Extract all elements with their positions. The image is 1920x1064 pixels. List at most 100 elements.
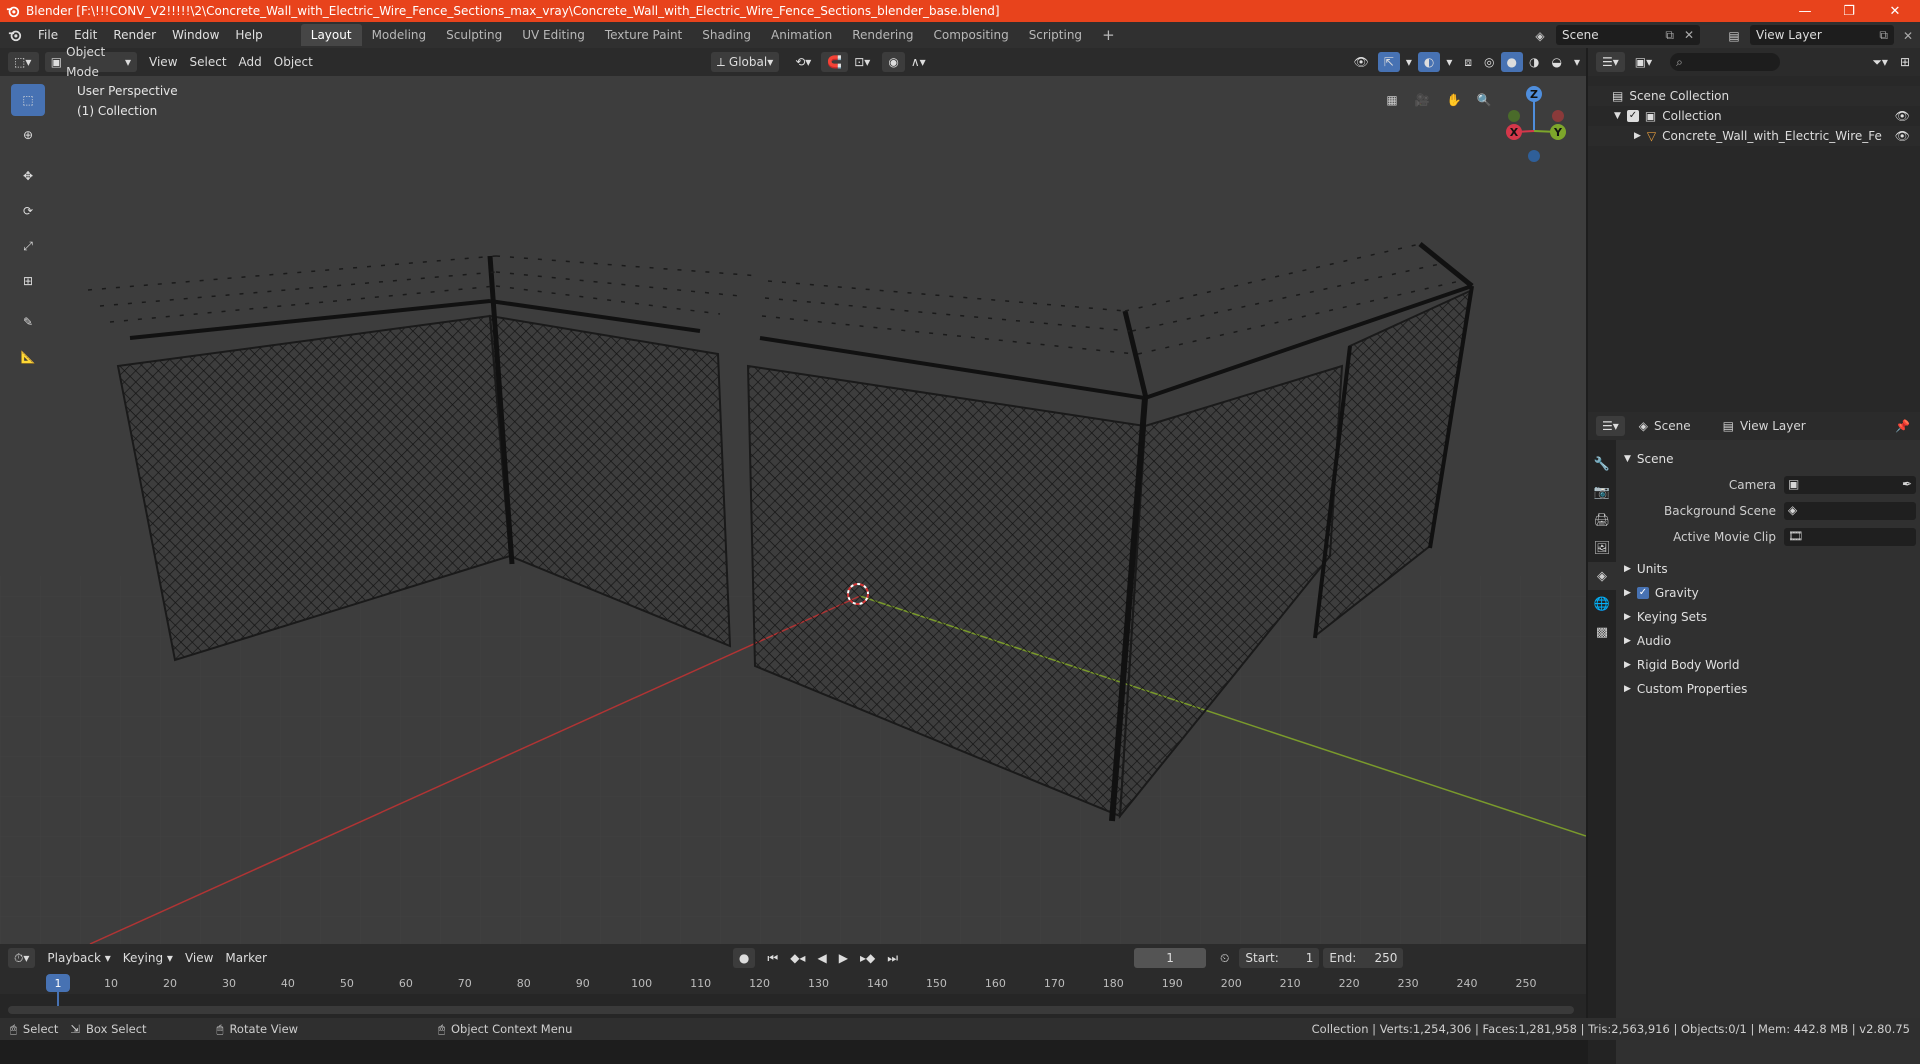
camera-field[interactable]: ▣ ✒	[1784, 476, 1916, 494]
timeline-scrollbar[interactable]	[8, 1006, 1574, 1014]
output-tab-icon[interactable]: 🖨	[1588, 506, 1616, 534]
zoom-view-icon[interactable]: 🔍	[1472, 88, 1496, 112]
jump-keyframe-forward-icon[interactable]: ▸◆	[854, 948, 881, 968]
menu-help[interactable]: Help	[227, 25, 270, 45]
new-collection-icon[interactable]: ⊞	[1894, 52, 1916, 72]
background-scene-field[interactable]: ◈	[1784, 502, 1916, 520]
pan-view-icon[interactable]: ✋	[1442, 88, 1466, 112]
tab-modeling[interactable]: Modeling	[362, 24, 437, 46]
outliner-row-scene-collection[interactable]: ▤ Scene Collection	[1588, 86, 1920, 106]
outliner-search-input[interactable]: ⌕	[1670, 53, 1781, 71]
pin-icon[interactable]: 📌	[1895, 419, 1910, 433]
current-frame-field[interactable]: 1	[1134, 948, 1207, 968]
tab-scripting[interactable]: Scripting	[1019, 24, 1092, 46]
transform-tool-icon[interactable]: ⊞	[11, 265, 45, 297]
snap-icon[interactable]: 🧲	[821, 52, 849, 72]
render-tab-icon[interactable]: 📷	[1588, 478, 1616, 506]
gravity-panel-header[interactable]: ▶ ✓ Gravity	[1616, 582, 1920, 604]
tab-shading[interactable]: Shading	[692, 24, 761, 46]
blender-menu-icon[interactable]	[0, 24, 30, 46]
world-tab-icon[interactable]: 🌐	[1588, 590, 1616, 618]
measure-tool-icon[interactable]: 📐	[11, 341, 45, 373]
jump-start-icon[interactable]: ⏮	[761, 948, 784, 968]
rotate-tool-icon[interactable]: ⟳	[11, 195, 45, 227]
add-workspace-button[interactable]: +	[1092, 24, 1125, 46]
annotate-tool-icon[interactable]: ✎	[11, 306, 45, 338]
frame-ruler[interactable]: 1 10 20 30 40 50 60 70 80 90 100 110 120 130 140 150 160…	[0, 972, 1586, 1018]
properties-header-view-layer[interactable]: View Layer	[1740, 419, 1806, 433]
view-layer-tab-icon[interactable]: 🖼	[1588, 534, 1616, 562]
filter-icon[interactable]: ⏷▾	[1866, 52, 1894, 72]
editor-type-icon[interactable]: ⬚▾	[8, 52, 39, 72]
units-panel-header[interactable]: ▶ Units	[1616, 558, 1920, 580]
tab-animation[interactable]: Animation	[761, 24, 842, 46]
viewport-3d[interactable]: Z Y X	[0, 76, 1586, 944]
marker-menu[interactable]: Marker	[219, 948, 272, 968]
camera-view-icon[interactable]: 🎥	[1410, 88, 1434, 112]
audio-panel-header[interactable]: ▶ Audio	[1616, 630, 1920, 652]
transform-orientation-dropdown[interactable]: ⟂ Global ▾	[710, 52, 780, 72]
keying-menu[interactable]: Keying ▾	[117, 948, 179, 968]
play-icon[interactable]: ▶	[833, 948, 854, 968]
play-reverse-icon[interactable]: ◀	[811, 948, 832, 968]
timeline-area[interactable]: 1 10 20 30 40 50 60 70 80 90 100 110 120 130 140 150 160…	[0, 972, 1586, 1024]
scale-tool-icon[interactable]: ⤢	[11, 230, 45, 262]
jump-keyframe-back-icon[interactable]: ◆◂	[784, 948, 811, 968]
record-icon[interactable]: ●	[732, 948, 756, 968]
outliner-editor-type-icon[interactable]: ☰▾	[1596, 52, 1625, 72]
minimize-button[interactable]: —	[1782, 0, 1828, 22]
material-preview-icon[interactable]: ◑	[1523, 52, 1545, 72]
remove-view-layer-icon[interactable]: ✕	[1898, 26, 1918, 46]
gizmo-toggle-icon[interactable]: ⇱	[1377, 52, 1400, 72]
tab-texture-paint[interactable]: Texture Paint	[595, 24, 692, 46]
collection-visibility-icon[interactable]: 👁	[1895, 109, 1910, 123]
shading-dropdown-icon[interactable]: ▾	[1568, 52, 1586, 72]
tab-rendering[interactable]: Rendering	[842, 24, 923, 46]
scene-icon[interactable]: ◈	[1528, 26, 1552, 46]
menu-file[interactable]: File	[30, 25, 66, 45]
orientation-gizmo[interactable]: Z Y X	[1506, 86, 1566, 162]
toggle-ortho-icon[interactable]: ▦	[1380, 88, 1404, 112]
select-box-tool-icon[interactable]: ⬚	[11, 84, 45, 116]
expand-arrow-icon[interactable]: ▶	[1634, 131, 1641, 141]
tool-tab-icon[interactable]: 🔧	[1588, 450, 1616, 478]
snap-target-icon[interactable]: ⊡▾	[848, 52, 876, 72]
proportional-falloff-icon[interactable]: ∧▾	[905, 52, 932, 72]
tab-uv-editing[interactable]: UV Editing	[512, 24, 595, 46]
scene-selector[interactable]: Scene ⧉ ✕	[1556, 25, 1700, 45]
expand-arrow-icon[interactable]: ▼	[1614, 111, 1621, 121]
timeline-editor-type-icon[interactable]: ⏱▾	[8, 948, 36, 968]
gizmo-dropdown-icon[interactable]: ▾	[1400, 52, 1418, 72]
view-menu[interactable]: View	[143, 52, 183, 72]
pivot-point-icon[interactable]: ⟲▾	[789, 52, 817, 72]
rigid-body-world-panel-header[interactable]: ▶ Rigid Body World	[1616, 654, 1920, 676]
display-mode-icon[interactable]: ▣▾	[1629, 52, 1658, 72]
object-menu[interactable]: Object	[268, 52, 319, 72]
clock-icon[interactable]: ⏲	[1214, 948, 1235, 968]
properties-editor-type-icon[interactable]: ☰▾	[1596, 416, 1625, 436]
keying-sets-panel-header[interactable]: ▶ Keying Sets	[1616, 606, 1920, 628]
select-menu[interactable]: Select	[184, 52, 233, 72]
remove-scene-icon[interactable]: ✕	[1684, 28, 1694, 42]
proportional-edit-icon[interactable]: ◉	[882, 52, 905, 72]
tab-sculpting[interactable]: Sculpting	[436, 24, 512, 46]
outliner-row-object[interactable]: ▶ ▽ Concrete_Wall_with_Electric_Wire_Fen…	[1588, 126, 1920, 146]
custom-properties-panel-header[interactable]: ▶ Custom Properties	[1616, 678, 1920, 700]
rendered-shading-icon[interactable]: ◒	[1545, 52, 1567, 72]
properties-header-scene[interactable]: Scene	[1654, 419, 1691, 433]
view-layer-selector[interactable]: View Layer ⧉	[1750, 25, 1894, 45]
active-movie-clip-field[interactable]: 🎞	[1784, 528, 1916, 546]
texture-tab-icon[interactable]: ▩	[1588, 618, 1616, 646]
wireframe-shading-icon[interactable]: ◎	[1478, 52, 1500, 72]
close-button[interactable]: ✕	[1872, 0, 1918, 22]
viewport-canvas[interactable]: Z Y X	[0, 76, 1586, 944]
solid-shading-icon[interactable]: ●	[1500, 52, 1523, 72]
end-frame-field[interactable]: End: 250	[1323, 948, 1404, 968]
tab-layout[interactable]: Layout	[300, 24, 362, 46]
scene-tab-icon[interactable]: ◈	[1588, 562, 1616, 590]
timeline-view-menu[interactable]: View	[179, 948, 219, 968]
eyedropper-icon[interactable]: ✒	[1902, 477, 1912, 491]
object-visibility-icon[interactable]: 👁	[1895, 129, 1910, 143]
overlay-toggle-icon[interactable]: ◐	[1417, 52, 1441, 72]
copy-view-layer-icon[interactable]: ⧉	[1879, 28, 1888, 43]
